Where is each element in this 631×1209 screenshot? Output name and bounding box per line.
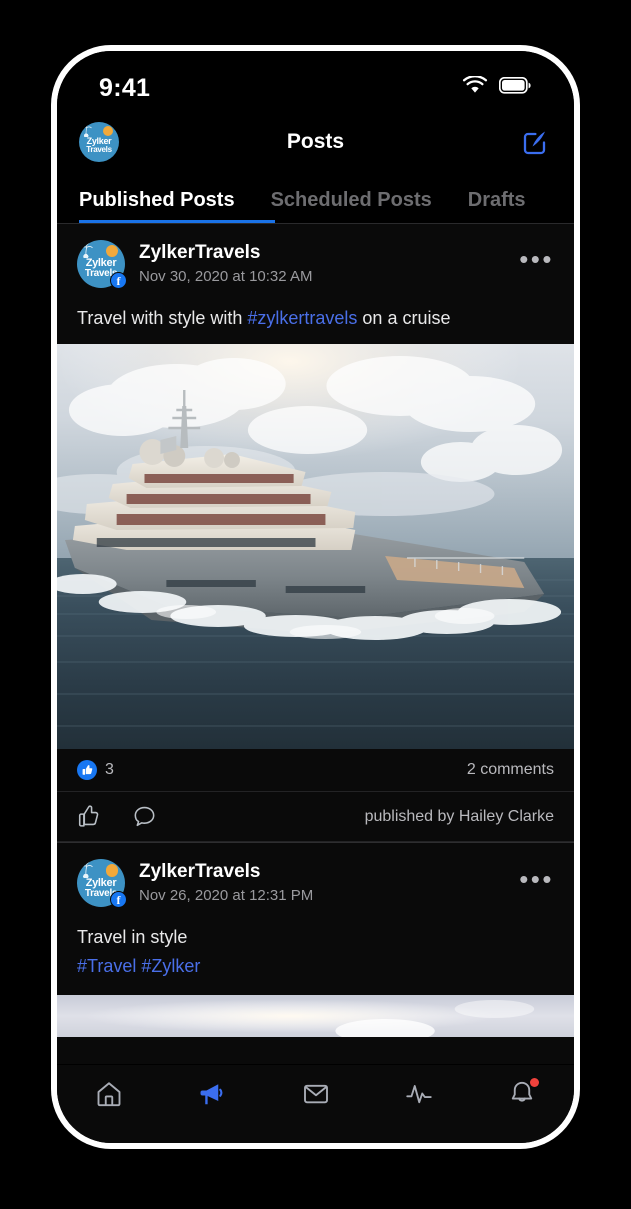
notification-badge [530, 1078, 540, 1087]
post-media-image[interactable] [57, 994, 574, 1037]
wifi-icon [462, 75, 488, 100]
comment-button[interactable] [132, 804, 157, 829]
page-title: Posts [286, 130, 345, 153]
bottom-navigation-bar [57, 1065, 574, 1143]
status-indicators [462, 75, 532, 100]
post-stats-row: 3 2 comments [57, 749, 574, 793]
post-header: Zylker Travels f ZylkerTravels Nov 26, 2… [57, 843, 574, 911]
posts-feed[interactable]: Zylker Travels f ZylkerTravels Nov 30, 2… [57, 224, 574, 1064]
brand-avatar[interactable]: Zylker Travels [79, 122, 119, 162]
comments-count[interactable]: 2 comments [467, 761, 554, 779]
post-status-tabs: Published Posts Scheduled Posts Drafts [57, 173, 574, 223]
post-text: Travel with style with #zylkertravels on… [57, 292, 574, 344]
battery-full-icon [498, 76, 532, 99]
post-card: Zylker Travels f ZylkerTravels Nov 30, 2… [57, 224, 574, 843]
tab-published-posts[interactable]: Published Posts [79, 189, 253, 223]
more-options-icon[interactable]: ••• [519, 246, 554, 276]
like-button[interactable] [77, 804, 102, 829]
logo-text: Zylker Travels [79, 137, 119, 155]
post-text-before: Travel with style with [77, 308, 248, 328]
post-media-image[interactable] [57, 344, 574, 750]
avatar[interactable]: Zylker Travels f [77, 859, 127, 909]
post-hashtag-link[interactable]: #zylkertravels [247, 308, 357, 328]
sun-icon [105, 244, 119, 258]
post-meta: ZylkerTravels Nov 26, 2020 at 12:31 PM [139, 860, 313, 906]
palm-tree-icon [80, 862, 98, 878]
published-by-label: published by Hailey Clarke [364, 807, 554, 825]
like-count: 3 [105, 761, 114, 779]
avatar[interactable]: Zylker Travels f [77, 240, 127, 289]
megaphone-icon [200, 1084, 223, 1105]
like-summary[interactable]: 3 [77, 760, 114, 781]
post-actions-row: published by Hailey Clarke [57, 792, 574, 843]
more-options-icon[interactable]: ••• [519, 866, 554, 896]
activity-pulse-icon [406, 1085, 432, 1104]
nav-item-activity[interactable] [367, 1079, 470, 1109]
compose-icon [523, 131, 546, 155]
post-text-after: on a cruise [357, 308, 451, 328]
logo-line-2: Travels [86, 145, 112, 155]
status-time: 9:41 [99, 73, 151, 102]
palm-tree-icon [80, 242, 98, 259]
facebook-badge: f [110, 891, 127, 909]
sun-icon [105, 864, 119, 877]
phone-screen: 9:41 Zylker Travels Posts Published Post… [57, 51, 574, 1143]
facebook-badge: f [110, 272, 127, 289]
nav-item-notifications[interactable] [471, 1078, 574, 1109]
post-hashtags[interactable]: #Travel #Zylker [57, 956, 574, 995]
zylker-travels-logo: Zylker Travels [79, 122, 119, 162]
post-card: Zylker Travels f ZylkerTravels Nov 26, 2… [57, 843, 574, 1037]
compose-button[interactable] [518, 125, 552, 159]
post-timestamp: Nov 30, 2020 at 10:32 AM [139, 267, 313, 285]
tab-scheduled-posts[interactable]: Scheduled Posts [253, 189, 450, 223]
app-nav-bar: Zylker Travels Posts [57, 111, 574, 173]
screenshot-root: 9:41 Zylker Travels Posts Published Post… [0, 0, 631, 1209]
active-tab-underline [79, 220, 275, 223]
sun-icon [103, 126, 114, 137]
status-bar: 9:41 [57, 51, 574, 111]
post-timestamp: Nov 26, 2020 at 12:31 PM [139, 887, 314, 905]
post-text: Travel in style [77, 927, 188, 948]
post-meta: ZylkerTravels Nov 30, 2020 at 10:32 AM [139, 241, 312, 287]
post-header: Zylker Travels f ZylkerTravels Nov 30, 2… [57, 224, 574, 292]
nav-item-campaigns[interactable] [160, 1079, 263, 1109]
post-author: ZylkerTravels [139, 242, 261, 264]
nav-item-inbox[interactable] [264, 1079, 367, 1109]
post-author: ZylkerTravels [139, 861, 261, 883]
thumbs-up-filled-icon [77, 760, 97, 781]
home-icon [97, 1082, 121, 1107]
tab-drafts[interactable]: Drafts [450, 189, 544, 223]
nav-item-home[interactable] [57, 1079, 160, 1109]
mail-icon [303, 1084, 328, 1104]
